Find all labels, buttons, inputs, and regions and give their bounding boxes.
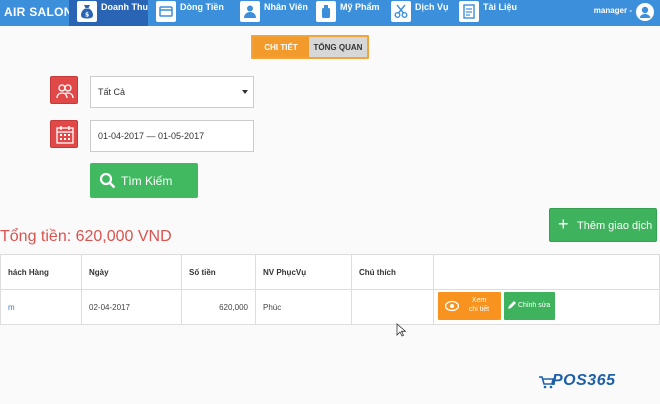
- date-filter-icon-box: [50, 120, 78, 148]
- col-header-actions: [433, 254, 660, 290]
- cell-date: 02-04-2017: [81, 289, 182, 325]
- plus-icon: +: [558, 214, 569, 234]
- svg-text:$: $: [85, 12, 89, 19]
- add-transaction-label: Thêm giao dịch: [577, 220, 653, 232]
- date-range-input[interactable]: 01-04-2017 — 01-05-2017: [90, 120, 254, 152]
- staff-select-value: Tất Cả: [98, 87, 126, 97]
- card-icon: [156, 1, 176, 22]
- cell-staff: Phúc: [255, 289, 352, 325]
- table-header-row: hách Hàng Ngày Số tiền NV PhụcVụ Chú thí…: [0, 254, 660, 290]
- staff-select[interactable]: Tất Cả: [90, 76, 254, 108]
- user-menu-label[interactable]: manager -: [594, 6, 632, 15]
- total-amount: Tổng tiền: 620,000 VND: [0, 228, 172, 245]
- add-transaction-button[interactable]: + Thêm giao dịch: [549, 208, 657, 242]
- money-bag-icon: $: [77, 1, 97, 22]
- view-label-line-2: chi tiết: [468, 306, 490, 313]
- col-header-customer[interactable]: hách Hàng: [0, 254, 82, 290]
- staff-icon: [240, 1, 260, 22]
- staff-filter-icon-box: [50, 76, 78, 104]
- col-header-staff[interactable]: NV PhụcVụ: [255, 254, 352, 290]
- search-icon: [99, 172, 116, 189]
- edit-label: Chỉnh sửa: [518, 302, 551, 309]
- col-header-amount[interactable]: Số tiền: [181, 254, 256, 290]
- eye-icon: [445, 300, 459, 312]
- nav-label: Dòng Tiền: [180, 2, 224, 12]
- nav-label: Doanh Thu: [101, 2, 148, 12]
- nav-label: Mỹ Phẩm: [340, 2, 380, 12]
- col-header-date[interactable]: Ngày: [81, 254, 182, 290]
- nav-item-nhan-vien[interactable]: Nhân Viên: [232, 0, 308, 26]
- document-icon: [459, 1, 479, 22]
- date-range-value: 01-04-2017 — 01-05-2017: [98, 131, 205, 141]
- search-button-label: Tìm Kiếm: [121, 174, 173, 188]
- view-label-line-1: Xem: [471, 297, 487, 304]
- top-navbar: AIR SALON $ Doanh Thu Dòng Tiền Nhân Viê…: [0, 0, 660, 26]
- users-icon: [56, 84, 74, 99]
- tab-tong-quan[interactable]: TỔNG QUAN: [309, 37, 367, 57]
- nav-label: Nhân Viên: [264, 2, 308, 12]
- col-header-note[interactable]: Chú thích: [351, 254, 434, 290]
- user-avatar-icon[interactable]: [636, 3, 654, 21]
- nav-item-my-pham[interactable]: Mỹ Phẩm: [308, 0, 383, 26]
- cell-customer[interactable]: m: [0, 289, 82, 325]
- pos365-watermark: POS365: [552, 372, 616, 389]
- table-row: m 02-04-2017 620,000 Phúc: [0, 289, 660, 325]
- nav-label: Dịch Vụ: [415, 2, 449, 12]
- cell-amount: 620,000: [181, 289, 256, 325]
- search-button[interactable]: Tìm Kiếm: [90, 163, 198, 198]
- nav-item-dich-vu[interactable]: Dịch Vụ: [383, 0, 451, 26]
- view-detail-button[interactable]: Xem chi tiết: [438, 292, 501, 320]
- nav-item-dong-tien[interactable]: Dòng Tiền: [148, 0, 232, 26]
- mouse-cursor-icon: [396, 323, 406, 337]
- tab-chi-tiet[interactable]: CHI TIẾT: [253, 37, 309, 57]
- nav-label: Tài Liệu: [483, 2, 518, 12]
- chevron-down-icon: [242, 90, 248, 94]
- scissors-icon: [391, 1, 411, 22]
- brand-logo-text[interactable]: AIR SALON: [4, 5, 73, 19]
- view-tabs: CHI TIẾT TỔNG QUAN: [251, 35, 369, 59]
- view-detail-label: Xem chi tiết: [464, 296, 494, 314]
- bottle-icon: [316, 1, 336, 22]
- cell-note: [351, 289, 434, 325]
- transactions-table: hách Hàng Ngày Số tiền NV PhụcVụ Chú thí…: [0, 254, 660, 325]
- nav-item-tai-lieu[interactable]: Tài Liệu: [451, 0, 527, 26]
- pencil-icon: [508, 301, 516, 309]
- nav-item-doanh-thu[interactable]: $ Doanh Thu: [69, 0, 148, 26]
- edit-button[interactable]: Chỉnh sửa: [504, 292, 555, 320]
- calendar-icon: [56, 126, 74, 144]
